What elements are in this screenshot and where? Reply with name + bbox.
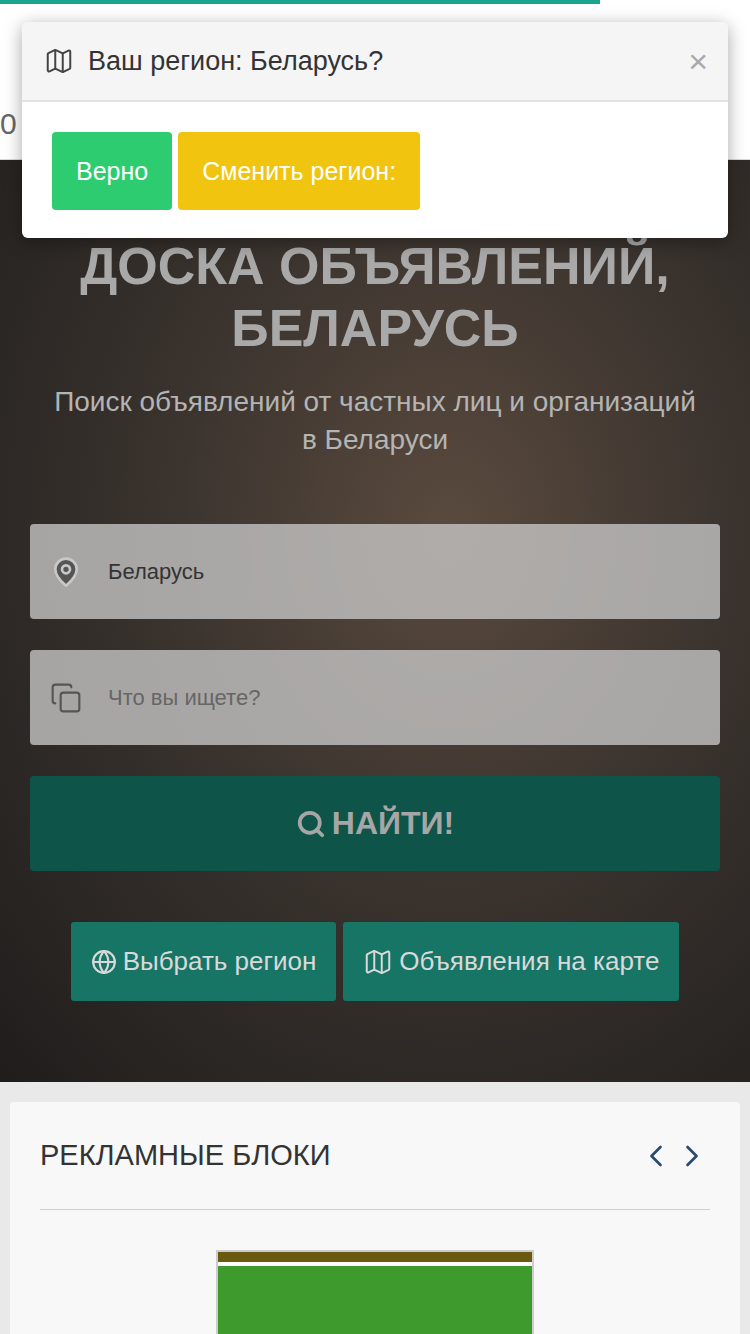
hero-title: ДОСКА ОБЪЯВЛЕНИЙ, БЕЛАРУСЬ	[30, 235, 720, 359]
chevron-right-icon	[674, 1138, 710, 1174]
search-icon	[296, 809, 326, 839]
map-icon	[44, 46, 74, 76]
action-button[interactable]: Объявления на карте	[343, 922, 679, 1001]
modal-button[interactable]: Сменить регион:	[178, 132, 420, 210]
map-icon	[363, 947, 393, 977]
close-button[interactable]: ×	[688, 42, 708, 81]
ad-banner[interactable]	[216, 1250, 534, 1334]
ads-header: РЕКЛАМНЫЕ БЛОКИ	[40, 1102, 710, 1210]
chevron-left-icon	[638, 1138, 674, 1174]
ads-section: РЕКЛАМНЫЕ БЛОКИ	[0, 1082, 750, 1334]
next-button[interactable]	[674, 1138, 710, 1174]
search-placeholder: Что вы ищете?	[108, 685, 260, 711]
ads-card: РЕКЛАМНЫЕ БЛОКИ	[10, 1102, 740, 1334]
prev-button[interactable]	[638, 1138, 674, 1174]
hero: ДОСКА ОБЪЯВЛЕНИЙ, БЕЛАРУСЬ Поиск объявлен…	[0, 160, 750, 1082]
modal-header: Ваш регион: Беларусь? ×	[22, 22, 728, 102]
progress-fill	[0, 0, 600, 4]
modal-title: Ваш регион: Беларусь?	[88, 46, 674, 77]
page: 0 Ваш регион: Беларусь? × ВерноСменить реги…	[0, 0, 750, 1334]
location-pin-icon	[50, 556, 82, 588]
hero-subtitle: Поиск объявлений от частных лиц и органи…	[50, 383, 700, 459]
hero-actions: Выбрать регионОбъявления на карте	[30, 922, 720, 1001]
modal-body: ВерноСменить регион:	[22, 102, 728, 238]
progress-bar	[0, 0, 750, 4]
ads-title: РЕКЛАМНЫЕ БЛОКИ	[40, 1139, 638, 1172]
region-modal: Ваш регион: Беларусь? × ВерноСменить регио…	[22, 22, 728, 238]
header-text: 0	[0, 107, 17, 141]
location-value: Беларусь	[108, 559, 204, 585]
search-button[interactable]: НАЙТИ!	[30, 776, 720, 871]
ads-icon	[50, 682, 82, 714]
globe-icon	[91, 949, 117, 975]
location-field[interactable]: Беларусь	[30, 524, 720, 619]
action-button[interactable]: Выбрать регион	[71, 922, 337, 1001]
search-field[interactable]: Что вы ищете?	[30, 650, 720, 745]
modal-button[interactable]: Верно	[52, 132, 172, 210]
